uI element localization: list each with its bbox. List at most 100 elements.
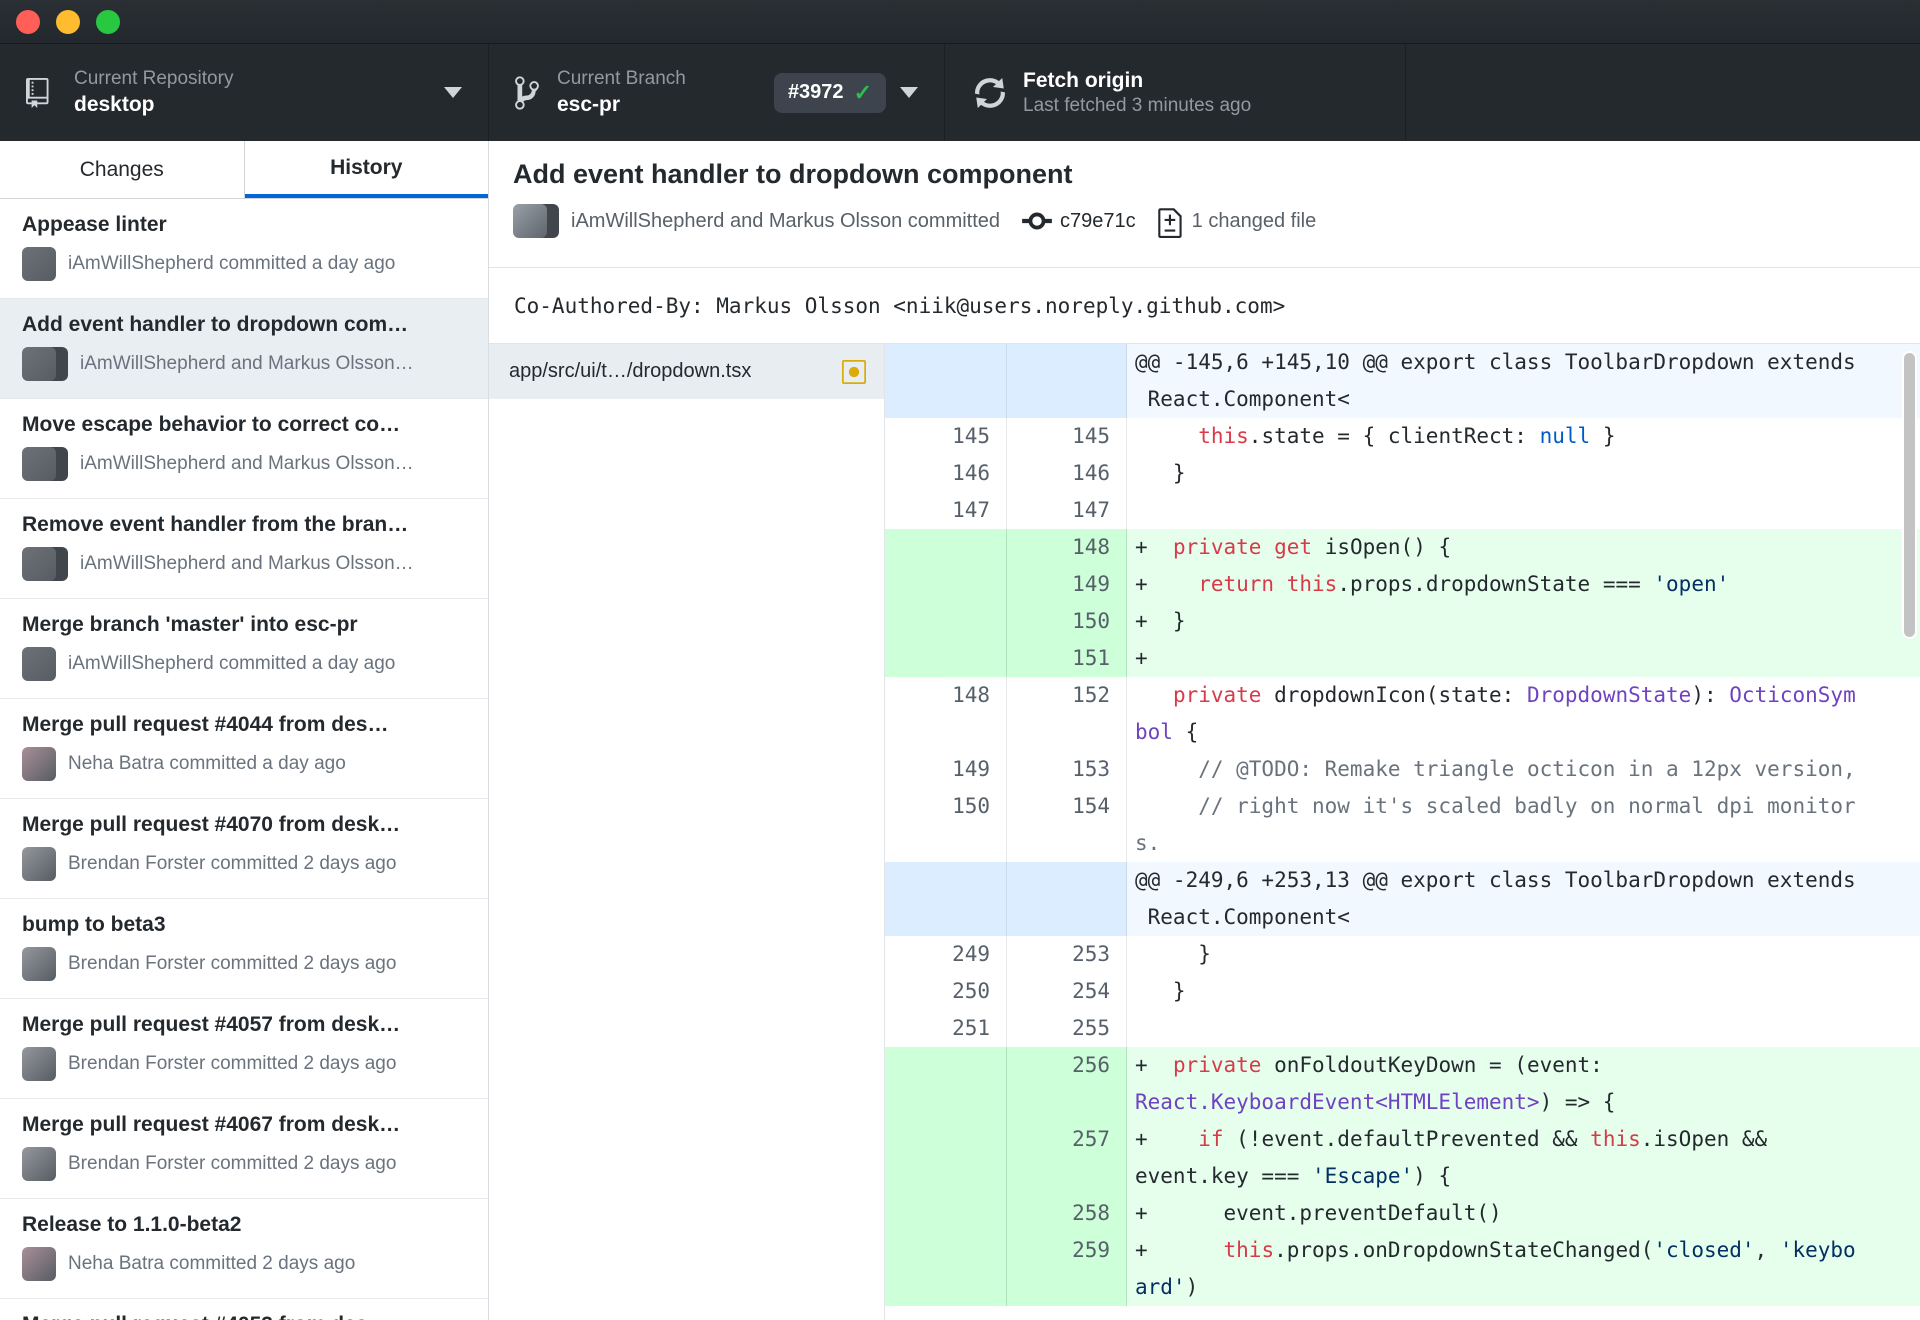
commit-item-title: Merge pull request #4070 from desk…	[22, 813, 401, 836]
commit-list-item[interactable]: Merge pull request #4067 from desk… Bren…	[0, 1099, 488, 1199]
diff-code-line: // @TODO: Remake triangle octicon in a 1…	[1198, 757, 1856, 781]
avatar	[22, 1247, 56, 1281]
avatar	[22, 547, 68, 581]
commit-list-item[interactable]: Remove event handler from the bran… iAmW…	[0, 499, 488, 599]
branch-name: esc-pr	[557, 92, 621, 116]
diff-old-line-number: 150	[885, 788, 1007, 825]
commit-byline: iAmWillShepherd and Markus Olsson commit…	[571, 209, 1001, 232]
diff-code-line: event.key === 'Escape') {	[1127, 1158, 1920, 1195]
diff-code-line: + private get isOpen() {	[1127, 529, 1920, 566]
close-window-button[interactable]	[16, 9, 40, 34]
check-icon: ✓	[853, 79, 872, 105]
commit-item-author-line: Brendan Forster committed 2 days ago	[68, 1053, 397, 1074]
diff-new-line-number: 259	[1007, 1232, 1127, 1269]
diff-code-line: }	[1135, 461, 1186, 485]
diff-new-line-number: 254	[1007, 973, 1127, 1010]
app-toolbar: Current Repository desktop Current Branc…	[0, 44, 1920, 141]
commit-description: Co-Authored-By: Markus Olsson <niik@user…	[489, 268, 1920, 344]
commit-item-title: Add event handler to dropdown com…	[22, 313, 409, 336]
diff-row: event.key === 'Escape') {	[885, 1158, 1920, 1195]
commit-item-author-line: Brendan Forster committed 2 days ago	[68, 1153, 397, 1174]
commit-header: Add event handler to dropdown component …	[489, 141, 1920, 268]
diff-row: 151 +	[885, 640, 1920, 677]
diff-new-line-number	[1007, 1269, 1127, 1306]
commit-list-item[interactable]: Merge pull request #4044 from des… Neha …	[0, 699, 488, 799]
diff-code-line: @@ -145,6 +145,10 @@ export class Toolba…	[1127, 344, 1920, 381]
diff-old-line-number	[885, 1269, 1007, 1306]
commit-item-title: Merge pull request #4044 from des…	[22, 713, 389, 736]
sidebar-tabs: Changes History	[0, 141, 488, 199]
commit-list-item[interactable]: Add event handler to dropdown com… iAmWi…	[0, 299, 488, 399]
diff-row: React.KeyboardEvent<HTMLElement>) => {	[885, 1084, 1920, 1121]
avatar	[22, 947, 56, 981]
diff-code-line: @@ -249,6 +253,13 @@ export class Toolba…	[1127, 862, 1920, 899]
commit-item-author-line: Neha Batra committed 2 days ago	[68, 1253, 356, 1274]
diff-new-line-number	[1007, 862, 1127, 899]
diff-view: @@ -145,6 +145,10 @@ export class Toolba…	[885, 344, 1920, 1320]
diff-code-line: // right now it's scaled badly on normal…	[1198, 794, 1856, 818]
commit-list-item[interactable]: Merge pull request #4057 from desk… Bren…	[0, 999, 488, 1099]
avatar	[22, 247, 56, 281]
diff-row: 257 + if (!event.defaultPrevented && thi…	[885, 1121, 1920, 1158]
fetch-origin-button[interactable]: Fetch origin Last fetched 3 minutes ago	[945, 44, 1406, 141]
zoom-window-button[interactable]	[96, 9, 120, 34]
commit-list-item[interactable]: bump to beta3 Brendan Forster committed …	[0, 899, 488, 999]
pull-request-badge: #3972 ✓	[773, 72, 886, 113]
commit-item-author-line: Brendan Forster committed 2 days ago	[68, 853, 397, 874]
commit-item-title: Merge pull request #4057 from desk…	[22, 1013, 401, 1036]
fetch-origin-sublabel: Last fetched 3 minutes ago	[1023, 95, 1252, 117]
author-avatar	[22, 1047, 56, 1081]
commit-item-author-line: iAmWillShepherd committed a day ago	[68, 253, 396, 274]
diff-new-line-number: 257	[1007, 1121, 1127, 1158]
avatar	[22, 747, 56, 781]
diff-icon	[1157, 204, 1184, 238]
diff-code-line: + return this.props.dropdownState === 'o…	[1127, 566, 1920, 603]
commit-list-item[interactable]: Merge branch 'master' into esc-pr iAmWil…	[0, 599, 488, 699]
commit-item-author-line: iAmWillShepherd and Markus Olsson…	[80, 553, 414, 574]
diff-new-line-number: 147	[1007, 492, 1127, 529]
branch-label: Current Branch	[557, 67, 686, 89]
commit-item-title: Move escape behavior to correct co…	[22, 413, 401, 436]
commit-list-item[interactable]: Appease linter iAmWillShepherd committed…	[0, 199, 488, 299]
diff-old-line-number	[885, 566, 1007, 603]
commit-item-title: Merge pull request #4053 from des…	[22, 1313, 428, 1320]
diff-row: 251 255	[885, 1010, 1920, 1047]
changed-files-panel: app/src/ui/t…/dropdown.tsx	[489, 344, 885, 1320]
diff-modified-icon	[842, 358, 866, 386]
diff-code-line: + private onFoldoutKeyDown = (event:	[1127, 1047, 1920, 1084]
author-avatar	[22, 647, 56, 681]
diff-code-line: React.KeyboardEvent<HTMLElement>) => {	[1127, 1084, 1920, 1121]
diff-old-line-number	[885, 381, 1007, 418]
commit-list-item[interactable]: Merge pull request #4070 from desk… Bren…	[0, 799, 488, 899]
diff-code-line: }	[1135, 979, 1186, 1003]
avatar	[22, 647, 56, 681]
diff-old-line-number: 145	[885, 418, 1007, 455]
sync-icon	[975, 73, 1005, 113]
commit-list-item[interactable]: Move escape behavior to correct co… iAmW…	[0, 399, 488, 499]
tab-history[interactable]: History	[244, 141, 488, 198]
avatar	[513, 204, 559, 238]
diff-code-line: + if (!event.defaultPrevented && this.is…	[1127, 1121, 1920, 1158]
commit-list-item[interactable]: Merge pull request #4053 from des… Neha …	[0, 1299, 488, 1320]
diff-old-line-number: 146	[885, 455, 1007, 492]
diff-old-line-number	[885, 1084, 1007, 1121]
diff-new-line-number: 154	[1007, 788, 1127, 825]
minimize-window-button[interactable]	[56, 9, 80, 34]
current-repository-button[interactable]: Current Repository desktop	[0, 44, 489, 141]
diff-new-line-number: 253	[1007, 936, 1127, 973]
diff-row: 145 145 this.state = { clientRect: null …	[885, 418, 1920, 455]
diff-code-line: + event.preventDefault()	[1127, 1195, 1920, 1232]
avatar	[22, 347, 68, 381]
diff-row: 256 + private onFoldoutKeyDown = (event:	[885, 1047, 1920, 1084]
commit-item-author-line: iAmWillShepherd and Markus Olsson…	[80, 453, 414, 474]
author-avatar	[22, 1147, 56, 1181]
scrollbar-thumb[interactable]	[1902, 351, 1917, 639]
changed-file-row[interactable]: app/src/ui/t…/dropdown.tsx	[489, 344, 884, 399]
window-title-bar	[0, 0, 1920, 44]
tab-changes[interactable]: Changes	[0, 141, 245, 198]
diff-new-line-number	[1007, 714, 1127, 751]
commit-list-item[interactable]: Release to 1.1.0-beta2 Neha Batra commit…	[0, 1199, 488, 1299]
current-branch-button[interactable]: Current Branch esc-pr #3972 ✓	[489, 44, 945, 141]
diff-row: 147 147	[885, 492, 1920, 529]
author-avatar	[22, 547, 56, 581]
